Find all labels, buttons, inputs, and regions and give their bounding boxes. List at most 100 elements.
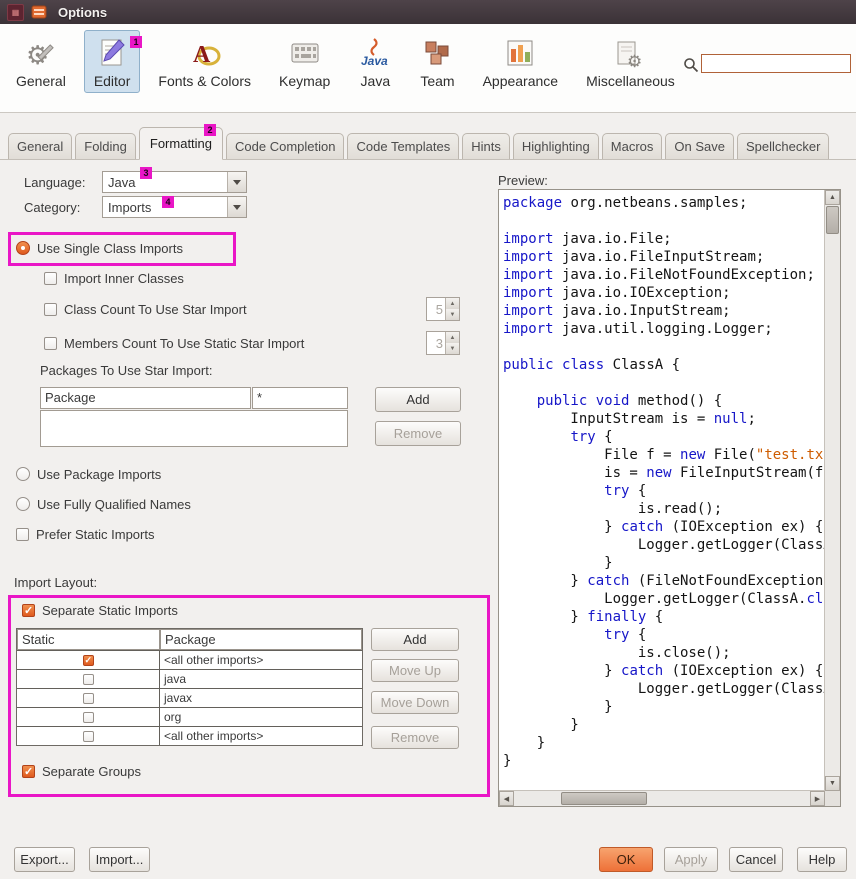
prefer-static-checkbox[interactable]	[16, 528, 29, 541]
separate-static-checkbox[interactable]	[22, 604, 35, 617]
toolbar-item-general[interactable]: ⚙General	[6, 30, 76, 93]
toolbar-item-team[interactable]: Team	[410, 30, 464, 93]
import-inner-classes-checkbox[interactable]	[44, 272, 57, 285]
static-checkbox[interactable]	[83, 731, 94, 742]
fonts-colors-icon: A	[188, 36, 222, 70]
package-cell[interactable]: javax	[160, 689, 362, 707]
tab-macros[interactable]: Macros	[602, 133, 663, 159]
cancel-button[interactable]: Cancel	[729, 847, 783, 872]
layout-remove-button[interactable]: Remove	[371, 726, 459, 749]
ok-button[interactable]: OK	[599, 847, 653, 872]
vertical-scrollbar[interactable]: ▲ ▼	[824, 190, 840, 791]
scrollbar-corner	[825, 791, 840, 806]
tab-on-save[interactable]: On Save	[665, 133, 734, 159]
horizontal-scrollbar[interactable]: ◀ ▶	[499, 790, 825, 806]
language-select[interactable]: Java	[102, 171, 247, 193]
chevron-down-icon	[227, 197, 246, 217]
package-cell[interactable]: java	[160, 670, 362, 688]
static-imports-header: Static Package	[17, 629, 362, 650]
static-checkbox[interactable]	[83, 674, 94, 685]
table-row[interactable]: javax	[17, 688, 362, 707]
static-checkbox[interactable]	[83, 712, 94, 723]
category-select[interactable]: Imports	[102, 196, 247, 218]
export-button[interactable]: Export...	[14, 847, 75, 872]
import-inner-classes-row[interactable]: Import Inner Classes	[44, 270, 184, 286]
packages-col-package[interactable]: Package	[40, 387, 251, 409]
horizontal-scroll-thumb[interactable]	[561, 792, 647, 805]
class-count-row[interactable]: Class Count To Use Star Import	[44, 301, 247, 317]
use-package-imports-radio[interactable]	[16, 467, 30, 481]
use-single-class-imports-radio[interactable]	[16, 241, 30, 255]
packages-empty-row[interactable]	[40, 410, 348, 447]
col-static[interactable]: Static	[17, 629, 160, 650]
move-down-button[interactable]: Move Down	[371, 691, 459, 714]
tab-code-completion[interactable]: Code Completion	[226, 133, 344, 159]
toolbar-item-label: Java	[361, 73, 391, 89]
vertical-scroll-thumb[interactable]	[826, 206, 839, 234]
package-cell[interactable]: <all other imports>	[160, 727, 362, 745]
package-cell[interactable]: <all other imports>	[160, 651, 362, 669]
toolbar-item-miscellaneous[interactable]: ⚙Miscellaneous	[576, 30, 685, 93]
toolbar: ⚙GeneralEditorAFonts & ColorsKeymapJavaJ…	[0, 24, 856, 113]
static-cell[interactable]	[17, 708, 160, 726]
language-value: Java	[103, 175, 227, 190]
layout-add-button[interactable]: Add	[371, 628, 459, 651]
help-button[interactable]: Help	[797, 847, 847, 872]
tab-code-templates[interactable]: Code Templates	[347, 133, 459, 159]
tab-general[interactable]: General	[8, 133, 72, 159]
team-icon	[420, 36, 454, 70]
use-fully-qualified-radio[interactable]	[16, 497, 30, 511]
import-layout-label: Import Layout:	[14, 575, 97, 590]
spinner-arrows[interactable]: ▲▼	[445, 298, 459, 320]
static-cell[interactable]	[17, 651, 160, 669]
class-count-spinner[interactable]: 5 ▲▼	[426, 297, 460, 321]
scroll-down-icon[interactable]: ▼	[825, 776, 840, 791]
tab-highlighting[interactable]: Highlighting	[513, 133, 599, 159]
class-count-checkbox[interactable]	[44, 303, 57, 316]
static-cell[interactable]	[17, 670, 160, 688]
static-checkbox[interactable]	[83, 655, 94, 666]
toolbar-item-keymap[interactable]: Keymap	[269, 30, 340, 93]
spinner-arrows[interactable]: ▲▼	[445, 332, 459, 354]
static-cell[interactable]	[17, 727, 160, 745]
separate-groups-checkbox[interactable]	[22, 765, 35, 778]
move-up-button[interactable]: Move Up	[371, 659, 459, 682]
keymap-icon	[288, 36, 322, 70]
separate-static-row[interactable]: Separate Static Imports	[22, 602, 178, 618]
separate-groups-row[interactable]: Separate Groups	[22, 763, 141, 779]
tab-spellchecker[interactable]: Spellchecker	[737, 133, 829, 159]
tab-hints[interactable]: Hints	[462, 133, 510, 159]
toolbar-item-appearance[interactable]: Appearance	[473, 30, 569, 93]
col-package[interactable]: Package	[160, 629, 362, 650]
window-menu-icon[interactable]: ▦	[7, 4, 24, 21]
table-row[interactable]: <all other imports>	[17, 650, 362, 669]
toolbar-item-editor[interactable]: Editor	[84, 30, 141, 93]
prefer-static-row[interactable]: Prefer Static Imports	[16, 526, 154, 542]
static-cell[interactable]	[17, 689, 160, 707]
table-row[interactable]: org	[17, 707, 362, 726]
table-row[interactable]: java	[17, 669, 362, 688]
package-cell[interactable]: org	[160, 708, 362, 726]
use-fully-qualified-row[interactable]: Use Fully Qualified Names	[16, 496, 191, 512]
toolbar-item-java[interactable]: JavaJava	[348, 30, 402, 93]
apply-button[interactable]: Apply	[664, 847, 718, 872]
toolbar-item-label: Editor	[94, 73, 131, 89]
members-count-row[interactable]: Members Count To Use Static Star Import	[44, 335, 304, 351]
use-package-imports-row[interactable]: Use Package Imports	[16, 466, 161, 482]
scroll-right-icon[interactable]: ▶	[810, 791, 825, 806]
members-count-spinner[interactable]: 3 ▲▼	[426, 331, 460, 355]
use-single-class-imports-row[interactable]: Use Single Class Imports	[16, 240, 183, 256]
import-button[interactable]: Import...	[89, 847, 150, 872]
members-count-checkbox[interactable]	[44, 337, 57, 350]
tab-formatting[interactable]: Formatting	[139, 127, 223, 160]
scroll-left-icon[interactable]: ◀	[499, 791, 514, 806]
scroll-up-icon[interactable]: ▲	[825, 190, 840, 205]
packages-add-button[interactable]: Add	[375, 387, 461, 412]
table-row[interactable]: <all other imports>	[17, 726, 362, 745]
toolbar-item-fonts-colors[interactable]: AFonts & Colors	[148, 30, 261, 93]
tab-folding[interactable]: Folding	[75, 133, 136, 159]
search-input[interactable]	[701, 54, 851, 73]
packages-col-star[interactable]: *	[252, 387, 348, 409]
static-checkbox[interactable]	[83, 693, 94, 704]
packages-remove-button[interactable]: Remove	[375, 421, 461, 446]
